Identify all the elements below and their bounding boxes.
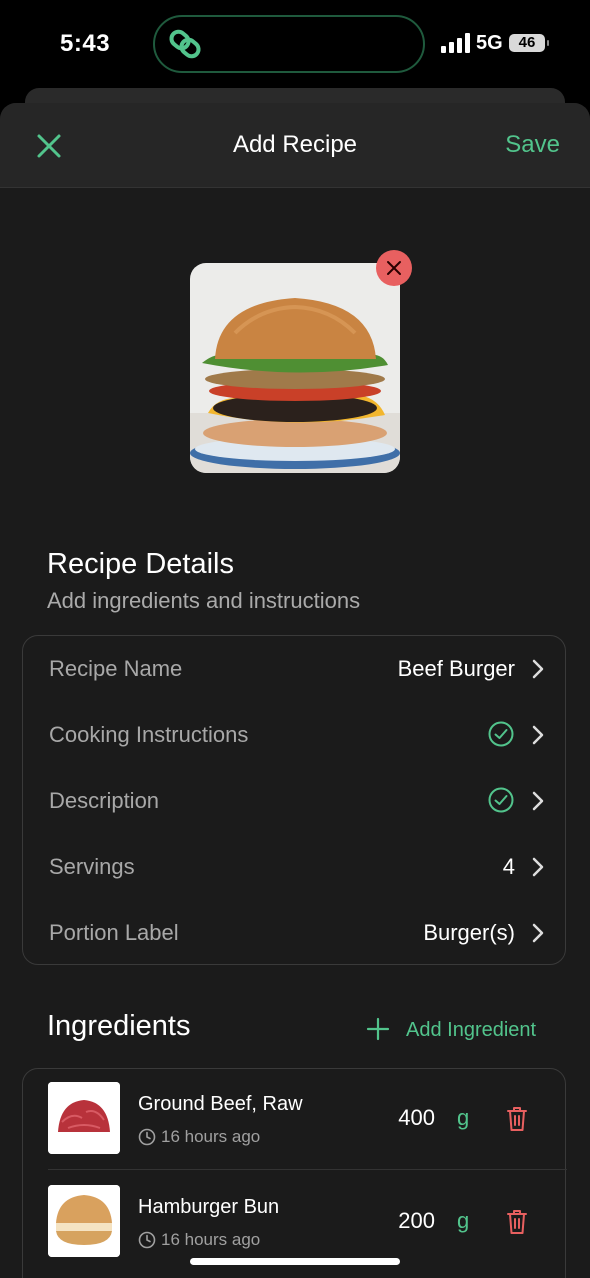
page-title: Add Recipe — [232, 131, 358, 158]
ingredient-name: Hamburger Bun — [138, 1196, 280, 1218]
divider — [48, 1169, 567, 1170]
chevron-right-icon — [532, 857, 544, 877]
row-value: 4 — [502, 854, 515, 879]
home-indicator[interactable] — [190, 1258, 400, 1265]
recipe-details-title: Recipe Details — [47, 548, 234, 580]
ingredients-title: Ingredients — [47, 1010, 191, 1042]
ground-beef-image — [48, 1082, 120, 1154]
row-servings[interactable]: Servings 4 — [23, 834, 567, 900]
ingredient-time: 16 hours ago — [138, 1230, 260, 1250]
recipe-details-subtitle: Add ingredients and instructions — [47, 588, 361, 613]
ingredient-name: Ground Beef, Raw — [138, 1093, 303, 1115]
row-description[interactable]: Description — [23, 768, 567, 834]
row-value: Burger(s) — [423, 920, 515, 945]
sheet-header: Add Recipe Save — [0, 103, 590, 188]
ingredient-unit[interactable]: g — [457, 1208, 469, 1234]
chevron-right-icon — [532, 923, 544, 943]
remove-photo-button[interactable] — [376, 250, 412, 286]
ingredient-quantity[interactable]: 400 — [398, 1105, 435, 1131]
ingredient-time-text: 16 hours ago — [161, 1127, 261, 1146]
chevron-right-icon — [532, 725, 544, 745]
row-label: Portion Label — [49, 920, 179, 945]
add-ingredient-label: Add Ingredient — [406, 1019, 537, 1041]
clock-icon — [138, 1231, 156, 1249]
ingredient-row[interactable]: Ground Beef, Raw 16 hours ago 400 g — [23, 1069, 567, 1171]
dynamic-island — [153, 15, 425, 73]
signal-icon — [441, 33, 470, 53]
row-recipe-name[interactable]: Recipe Name Beef Burger — [23, 636, 567, 702]
row-value: Beef Burger — [397, 656, 515, 681]
row-portion-label[interactable]: Portion Label Burger(s) — [23, 900, 567, 966]
burger-image — [190, 263, 400, 473]
battery-icon: 46 — [509, 34, 549, 52]
ingredient-time-text: 16 hours ago — [161, 1230, 261, 1249]
ingredient-quantity[interactable]: 200 — [398, 1208, 435, 1234]
row-label: Cooking Instructions — [49, 722, 249, 747]
chevron-right-icon — [532, 791, 544, 811]
status-time: 5:43 — [60, 30, 111, 57]
save-button[interactable]: Save — [505, 131, 560, 159]
add-recipe-sheet: Add Recipe Save Recipe Details Add ingre… — [0, 103, 590, 1278]
link-icon — [169, 29, 201, 59]
row-label: Recipe Name — [49, 656, 183, 681]
chevron-right-icon — [532, 659, 544, 679]
row-cooking-instructions[interactable]: Cooking Instructions — [23, 702, 567, 768]
row-label: Description — [49, 788, 160, 813]
recipe-photo[interactable] — [190, 263, 400, 473]
plus-icon — [366, 1017, 390, 1041]
status-bar: 5:43 5G 46 — [0, 0, 590, 90]
clock-icon — [138, 1128, 156, 1146]
row-label: Servings — [49, 854, 135, 879]
check-circle-icon — [488, 787, 514, 813]
trash-icon[interactable] — [505, 1208, 529, 1236]
hamburger-bun-image — [48, 1185, 120, 1257]
ingredient-time: 16 hours ago — [138, 1127, 260, 1147]
close-icon — [387, 261, 401, 275]
network-type: 5G — [476, 32, 503, 54]
ingredient-unit[interactable]: g — [457, 1105, 469, 1131]
ingredients-list: Ground Beef, Raw 16 hours ago 400 g Hamb… — [22, 1068, 567, 1278]
check-circle-icon — [488, 721, 514, 747]
recipe-details-card: Recipe Name Beef Burger Cooking Instruct… — [22, 635, 566, 965]
trash-icon[interactable] — [505, 1105, 529, 1133]
